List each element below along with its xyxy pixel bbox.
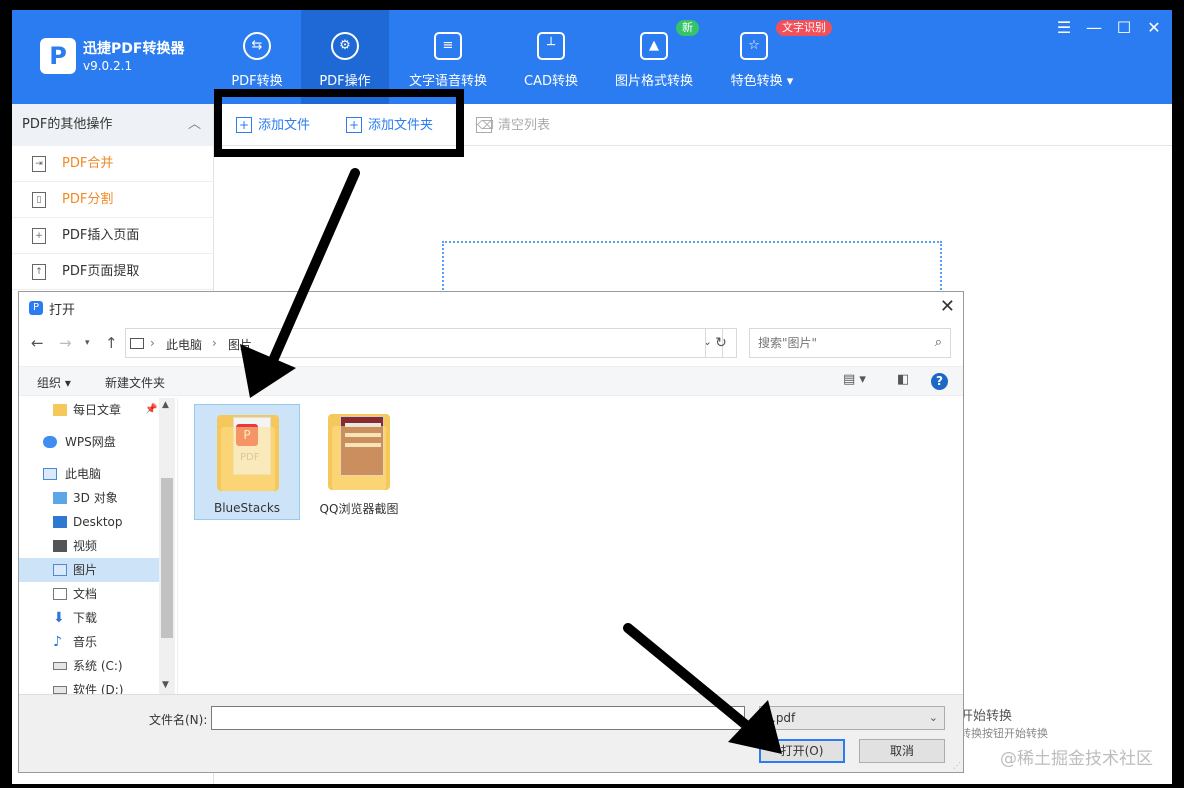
annotation-arrows [240,168,782,754]
arrow-to-file [240,168,360,398]
arrow-to-open-button [623,623,782,754]
